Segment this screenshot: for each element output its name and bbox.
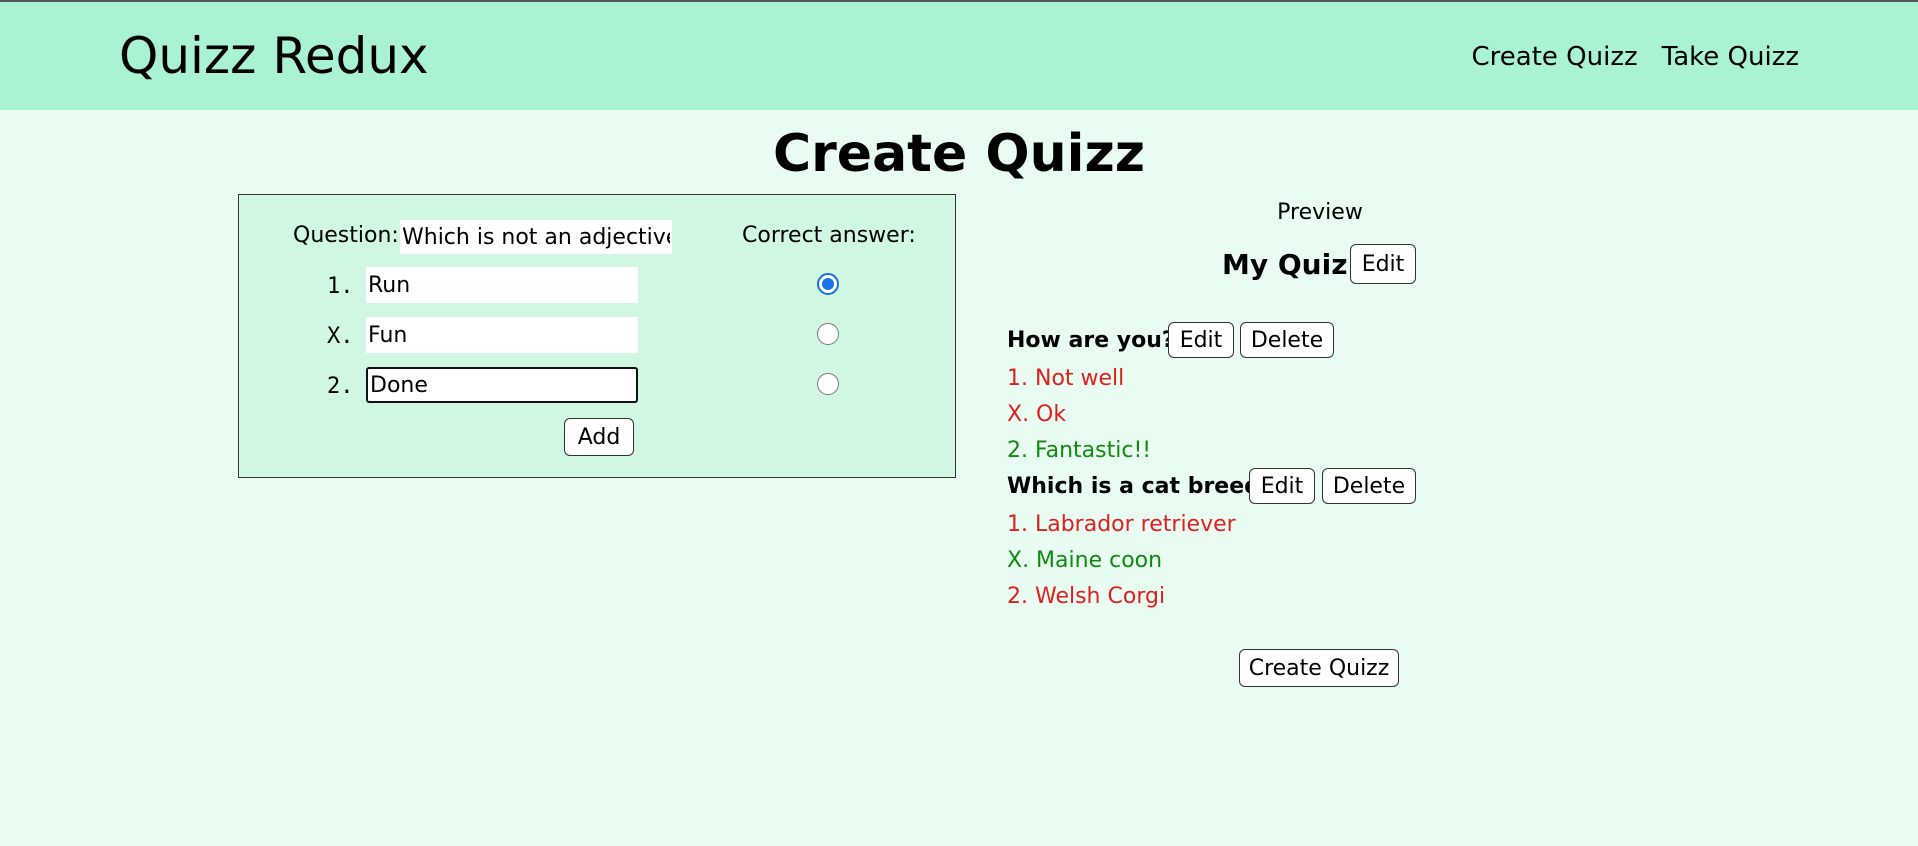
answer-input-focused[interactable] [366,367,638,403]
question-title: How are you? [1007,328,1175,353]
correct-answer-radio[interactable] [817,323,839,345]
nav-create-quizz[interactable]: Create Quizz [1472,42,1638,72]
edit-question-button[interactable]: Edit [1168,322,1234,358]
quiz-name: My Quiz [1222,248,1348,281]
answer-number: 1. [327,274,354,299]
question-label: Question: [293,223,399,248]
correct-answer-label: Correct answer: [742,223,916,248]
answer-item: X. Maine coon [1007,548,1163,573]
question-input[interactable] [400,220,672,254]
answer-item: 2. Welsh Corgi [1007,584,1166,609]
delete-question-button[interactable]: Delete [1240,322,1334,358]
page-title: Create Quizz [773,124,1145,184]
answer-item: 1. Not well [1007,366,1125,391]
edit-question-button[interactable]: Edit [1249,468,1315,504]
answer-number: X. [327,324,354,349]
app-brand[interactable]: Quizz Redux [119,26,429,86]
main-nav: Create Quizz Take Quizz [1472,42,1800,72]
question-editor: Question: Correct answer: 1. X. 2. Add [238,194,956,478]
answer-number: 2. [327,374,354,399]
answer-input[interactable] [366,267,638,303]
preview-label: Preview [1277,200,1363,225]
create-quizz-button[interactable]: Create Quizz [1239,649,1399,687]
edit-quiz-name-button[interactable]: Edit [1350,244,1416,284]
correct-answer-radio[interactable] [817,273,839,295]
question-title: Which is a cat breed? [1007,474,1273,499]
app-header: Quizz Redux Create Quizz Take Quizz [0,2,1918,110]
nav-take-quizz[interactable]: Take Quizz [1662,42,1799,72]
answer-item: 1. Labrador retriever [1007,512,1236,537]
answer-row: X. [239,317,955,357]
delete-question-button[interactable]: Delete [1322,468,1416,504]
answer-row: 2. [239,367,955,407]
add-button[interactable]: Add [564,418,634,456]
answer-row: 1. [239,267,955,307]
answer-input[interactable] [366,317,638,353]
correct-answer-radio[interactable] [817,373,839,395]
answer-item: X. Ok [1007,402,1067,427]
answer-item: 2. Fantastic!! [1007,438,1152,463]
